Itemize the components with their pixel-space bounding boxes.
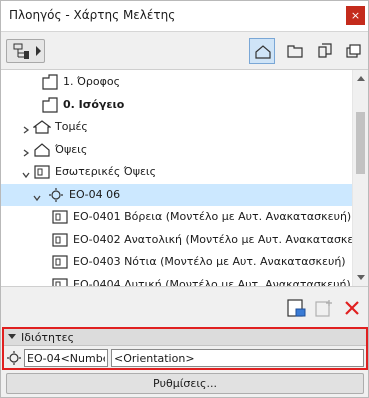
toolbar <box>1 31 368 69</box>
chevron-right-icon[interactable] <box>22 123 30 134</box>
tree-row[interactable]: Εσωτερικές Όψεις <box>1 161 352 183</box>
tree-row[interactable]: ΕΟ-04 06 <box>1 183 352 206</box>
tree-row[interactable]: 1. Όροφος <box>1 71 352 93</box>
tree-row-label: ΕΟ-04 06 <box>69 187 121 201</box>
tree-row[interactable]: 0. Ισόγειο <box>1 94 352 116</box>
navigator-window: Πλοηγός - Χάρτης Μελέτης × 1. Όροφος 0. … <box>0 0 369 398</box>
tree-row[interactable]: ΕΟ-0402 Ανατολική (Μοντέλο με Αυτ. Ανακα… <box>1 229 368 251</box>
sections-icon <box>32 118 52 136</box>
project-map-icon <box>255 45 271 59</box>
publisher-sets-button[interactable] <box>341 38 367 64</box>
chevron-right-icon <box>36 46 41 56</box>
interior-elevation-marker-icon <box>7 351 21 365</box>
tree-row-label: ΕΟ-0403 Νότια (Μοντέλο με Αυτ. Ανακατασκ… <box>73 255 346 268</box>
interior-elevations-icon <box>33 163 51 181</box>
story-icon <box>41 96 59 114</box>
collapse-triangle-icon <box>8 334 16 339</box>
vertical-scrollbar[interactable] <box>352 70 368 286</box>
view-map-button[interactable] <box>282 38 308 64</box>
tree-row[interactable]: ΕΟ-0401 Βόρεια (Μοντέλο με Αυτ. Ανακατασ… <box>1 206 352 228</box>
navigator-popup-icon <box>13 43 29 59</box>
tree-row-label: 1. Όροφος <box>63 75 121 88</box>
properties-header[interactable]: Ιδιότητες <box>4 329 366 346</box>
new-folder-icon <box>315 300 332 317</box>
scroll-down-icon[interactable] <box>357 275 365 280</box>
properties-title: Ιδιότητες <box>21 331 75 344</box>
tree-row[interactable]: Όψεις <box>1 139 352 161</box>
tree-row[interactable]: Τομές <box>1 116 352 138</box>
interior-elevation-view-icon <box>51 208 69 226</box>
view-map-icon <box>287 45 303 58</box>
tree-row[interactable]: ΕΟ-0404 Δυτική (Μοντέλο με Αυτ. Ανακατασ… <box>1 274 352 287</box>
scrollbar-thumb[interactable] <box>356 112 365 174</box>
chevron-down-icon[interactable] <box>22 168 30 179</box>
tree-row[interactable]: ΕΟ-0403 Νότια (Μοντέλο με Αυτ. Ανακατασκ… <box>1 251 352 273</box>
title-bar: Πλοηγός - Χάρτης Μελέτης × <box>1 1 368 31</box>
tree-row-label: ΕΟ-0401 Βόρεια (Μοντέλο με Αυτ. Ανακατασ… <box>73 210 352 223</box>
new-folder-button[interactable] <box>313 297 335 319</box>
close-button[interactable]: × <box>346 6 365 25</box>
view-name-field[interactable] <box>111 349 364 367</box>
navigator-popup-button[interactable] <box>6 39 45 63</box>
project-map-button[interactable] <box>249 38 275 64</box>
tree-row-label: ΕΟ-0404 Δυτική (Μοντέλο με Αυτ. Ανακατασ… <box>73 277 351 287</box>
publisher-sets-icon <box>346 44 361 58</box>
scroll-up-icon[interactable] <box>357 76 365 81</box>
tree-row-label: 0. Ισόγειο <box>63 97 125 111</box>
interior-elevation-marker-icon <box>47 186 65 204</box>
delete-button[interactable] <box>341 297 363 319</box>
new-view-icon <box>287 299 306 317</box>
chevron-down-icon[interactable] <box>33 191 41 201</box>
elevations-icon <box>33 141 51 159</box>
tree-row-label: Εσωτερικές Όψεις <box>55 165 157 178</box>
interior-elevation-view-icon <box>51 276 69 286</box>
interior-elevation-view-icon <box>51 231 69 249</box>
interior-elevation-view-icon <box>51 253 69 271</box>
action-bar <box>1 288 368 326</box>
new-view-button[interactable] <box>285 297 307 319</box>
tree-row-label: ΕΟ-0402 Ανατολική (Μοντέλο με Αυτ. Ανακα… <box>73 232 368 246</box>
layout-book-icon <box>318 43 332 58</box>
tree-row-label: Τομές <box>55 120 88 133</box>
view-id-field[interactable] <box>24 349 108 367</box>
delete-icon <box>345 301 359 315</box>
chevron-right-icon[interactable] <box>22 146 30 157</box>
settings-button[interactable]: Ρυθμίσεις... <box>6 373 364 394</box>
window-title: Πλοηγός - Χάρτης Μελέτης <box>9 8 176 22</box>
layout-book-button[interactable] <box>312 38 338 64</box>
story-icon <box>41 73 59 91</box>
project-tree: 1. Όροφος 0. Ισόγειο Τομές Όψεις Εσωτερικές … <box>1 69 368 287</box>
properties-panel: Ιδιότητες <box>2 327 368 370</box>
tree-row-label: Όψεις <box>55 142 88 156</box>
